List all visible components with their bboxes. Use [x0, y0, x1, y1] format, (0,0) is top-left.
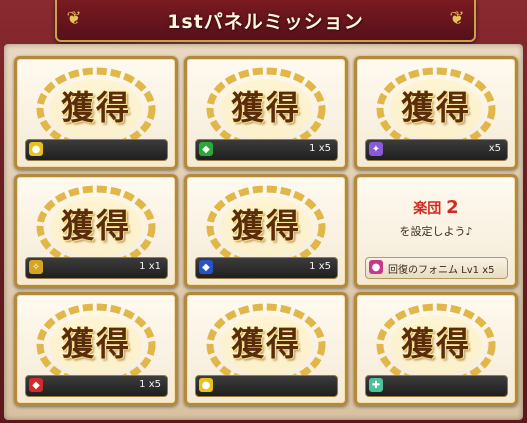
mission-description: 楽団 2 を設定しよう♪ ● 回復のフォニム Lv1 x5 [357, 177, 515, 285]
reward-bar: ✚ [365, 375, 508, 397]
banner-ornament-left-icon: ❦ [66, 8, 82, 29]
acquired-stamp: 獲得 [401, 324, 471, 363]
reward-bar: ✦ x5 [365, 139, 508, 161]
mission-panel-8[interactable]: 獲得 ● [184, 292, 348, 406]
game-screen: ❦ 1stパネルミッション ❦ 獲得 ● 獲得 ◆ 1 x5 獲得 ✦ x5 獲… [0, 0, 527, 423]
reward-bar: ● 回復のフォニム Lv1 x5 [365, 257, 508, 279]
reward-quantity: x5 [488, 143, 501, 154]
reward-label: 回復のフォニム Lv1 x5 [388, 265, 495, 276]
mission-panel-6-pending[interactable]: 楽団 2 を設定しよう♪ ● 回復のフォニム Lv1 x5 [354, 174, 518, 288]
acquired-stamp: 獲得 [231, 324, 301, 363]
reward-quantity: 1 x5 [309, 143, 331, 154]
mission-panel-3[interactable]: 獲得 ✦ x5 [354, 56, 518, 170]
mission-title: 楽団 2 [357, 197, 515, 218]
mission-panel-1[interactable]: 獲得 ● [14, 56, 178, 170]
acquired-stamp: 獲得 [231, 206, 301, 245]
reward-quantity: 1 x5 [309, 261, 331, 272]
mission-panel-9[interactable]: 獲得 ✚ [354, 292, 518, 406]
acquired-stamp: 獲得 [61, 206, 131, 245]
reward-bar: ◆ 1 x5 [25, 375, 168, 397]
acquired-stamp: 獲得 [231, 88, 301, 127]
reward-bar: ◆ 1 x5 [195, 139, 338, 161]
reward-bar: ● [25, 139, 168, 161]
title-banner: ❦ 1stパネルミッション ❦ [55, 0, 476, 42]
banner-ornament-right-icon: ❦ [449, 8, 465, 29]
red-gem-icon: ◆ [29, 378, 43, 392]
mission-title-prefix: 楽団 [413, 201, 442, 217]
blue-gem-icon: ◆ [199, 260, 213, 274]
acquired-stamp: 獲得 [61, 88, 131, 127]
mission-panel-5[interactable]: 獲得 ◆ 1 x5 [184, 174, 348, 288]
mission-panel-4[interactable]: 獲得 ✧ 1 x1 [14, 174, 178, 288]
reward-bar: ◆ 1 x5 [195, 257, 338, 279]
mission-panel-7[interactable]: 獲得 ◆ 1 x5 [14, 292, 178, 406]
page-title: 1stパネルミッション [167, 10, 364, 33]
reward-quantity: 1 x1 [139, 261, 161, 272]
acquired-stamp: 獲得 [401, 88, 471, 127]
ticket-icon: ✚ [369, 378, 383, 392]
green-gem-icon: ◆ [199, 142, 213, 156]
magic-gems-icon: ✦ [369, 142, 383, 156]
mission-subtitle: を設定しよう♪ [399, 225, 473, 238]
wand-icon: ✧ [29, 260, 43, 274]
mission-title-number: 2 [446, 197, 459, 218]
gold-coin-icon: ● [199, 378, 213, 392]
recovery-femnium-icon: ● [369, 260, 383, 274]
mission-panel-board: 獲得 ● 獲得 ◆ 1 x5 獲得 ✦ x5 獲得 ✧ 1 x1 獲得 ◆ 1 … [4, 44, 523, 420]
gold-coin-icon: ● [29, 142, 43, 156]
reward-bar: ✧ 1 x1 [25, 257, 168, 279]
mission-panel-2[interactable]: 獲得 ◆ 1 x5 [184, 56, 348, 170]
acquired-stamp: 獲得 [61, 324, 131, 363]
reward-bar: ● [195, 375, 338, 397]
reward-quantity: 1 x5 [139, 379, 161, 390]
